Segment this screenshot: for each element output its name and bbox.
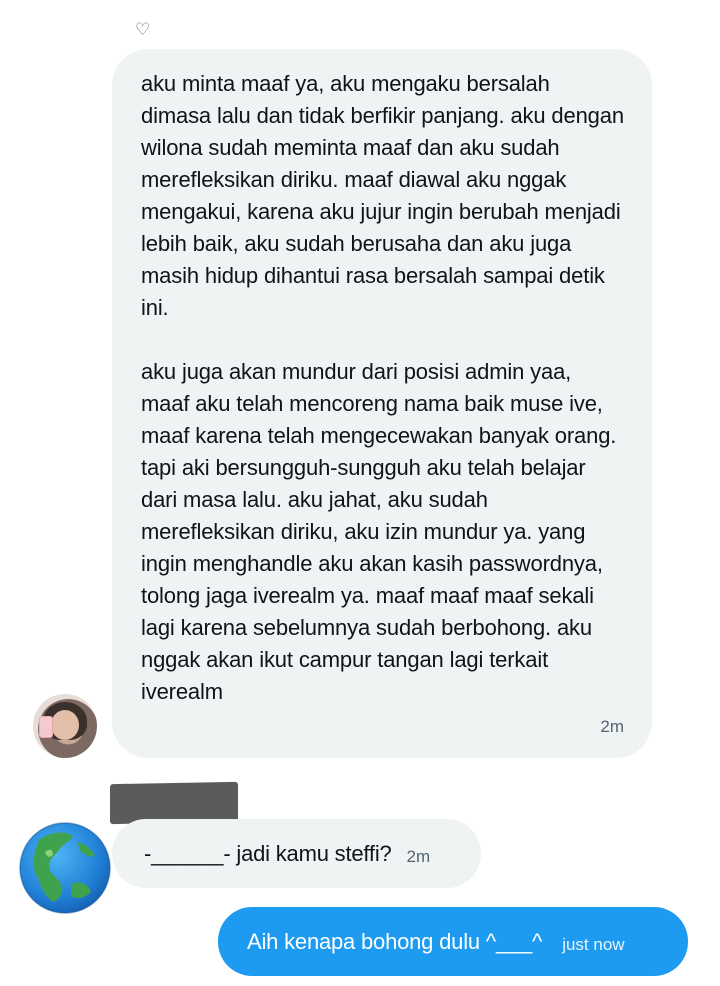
message-bubble-outgoing[interactable]: Aih kenapa bohong dulu ^___^ just now: [218, 907, 688, 976]
message-bubble-incoming[interactable]: -______- jadi kamu steffi? 2m: [112, 819, 481, 888]
message-timestamp: 2m: [600, 717, 624, 736]
redacted-name-block: [110, 781, 238, 825]
message-paragraph: aku juga akan mundur dari posisi admin y…: [141, 359, 617, 704]
message-paragraph: aku minta maaf ya, aku mengaku bersalah …: [141, 71, 624, 320]
globe-avatar-icon[interactable]: [19, 822, 111, 914]
message-text: Aih kenapa bohong dulu ^___^: [247, 928, 543, 954]
heart-outline-icon[interactable]: ♡: [135, 20, 150, 40]
message-timestamp: 2m: [406, 846, 431, 866]
avatar[interactable]: [33, 694, 97, 758]
message-bubble-incoming[interactable]: aku minta maaf ya, aku mengaku bersalah …: [112, 49, 652, 758]
message-text: -______- jadi kamu steffi?: [144, 840, 392, 866]
message-timestamp: just now: [562, 934, 625, 954]
